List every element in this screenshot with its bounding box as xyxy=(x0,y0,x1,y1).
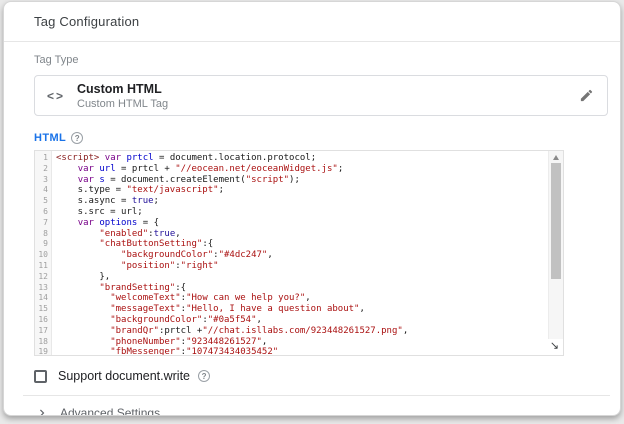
tag-configuration-dialog: Tag Configuration Tag Type <> Custom HTM… xyxy=(3,1,621,416)
line-number: 8 xyxy=(35,229,48,240)
code-line: s.async = true; xyxy=(56,196,563,207)
dialog-header: Tag Configuration xyxy=(4,2,620,42)
editor-scrollbar[interactable] xyxy=(548,151,563,339)
html-help-icon[interactable]: ? xyxy=(71,132,83,144)
scrollbar-up-icon[interactable] xyxy=(553,155,559,160)
html-field-label: HTML xyxy=(34,132,66,144)
chevron-right-icon xyxy=(35,406,49,417)
support-document-write-row: Support document.write ? xyxy=(34,369,608,383)
code-line: "brandSetting":{ xyxy=(56,283,563,294)
advanced-settings-row[interactable]: Advanced Settings xyxy=(34,396,608,416)
tag-type-card[interactable]: <> Custom HTML Custom HTML Tag xyxy=(34,75,608,116)
line-number: 12 xyxy=(35,272,48,283)
line-number: 10 xyxy=(35,250,48,261)
code-line: var options = { xyxy=(56,218,563,229)
tag-type-description: Custom HTML Tag xyxy=(77,98,579,110)
code-line: var url = prtcl + "//eocean.net/eoceanWi… xyxy=(56,164,563,175)
code-line: "messageText":"Hello, I have a question … xyxy=(56,304,563,315)
code-line: "welcomeText":"How can we help you?", xyxy=(56,293,563,304)
editor-gutter: 12345678910111213141516171819 xyxy=(35,151,52,355)
advanced-settings-label: Advanced Settings xyxy=(60,406,160,417)
tag-type-name: Custom HTML xyxy=(77,82,579,96)
code-line: var s = document.createElement("script")… xyxy=(56,175,563,186)
pencil-icon xyxy=(579,88,594,103)
support-document-write-checkbox[interactable] xyxy=(34,370,47,383)
line-number: 1 xyxy=(35,153,48,164)
line-number: 4 xyxy=(35,185,48,196)
scrollbar-thumb[interactable] xyxy=(551,163,561,279)
code-line: "brandQr":prtcl +"//chat.isllabs.com/923… xyxy=(56,326,563,337)
code-line: "enabled":true, xyxy=(56,229,563,240)
code-line: "backgroundColor":"#4dc247", xyxy=(56,250,563,261)
line-number: 5 xyxy=(35,196,48,207)
code-line: s.src = url; xyxy=(56,207,563,218)
line-number: 11 xyxy=(35,261,48,272)
document-write-help-icon[interactable]: ? xyxy=(198,370,210,382)
code-line: "chatButtonSetting":{ xyxy=(56,239,563,250)
code-line: s.type = "text/javascript"; xyxy=(56,185,563,196)
line-number: 6 xyxy=(35,207,48,218)
line-number: 15 xyxy=(35,304,48,315)
line-number: 9 xyxy=(35,239,48,250)
code-line: "backgroundColor":"#0a5f54", xyxy=(56,315,563,326)
html-field-header: HTML ? xyxy=(34,132,608,144)
code-line: <script> var prtcl = document.location.p… xyxy=(56,153,563,164)
code-line: "phoneNumber":"923448261527", xyxy=(56,337,563,348)
line-number: 2 xyxy=(35,164,48,175)
html-code-editor[interactable]: 12345678910111213141516171819 <script> v… xyxy=(34,150,564,356)
line-number: 18 xyxy=(35,337,48,348)
support-document-write-label: Support document.write xyxy=(58,369,190,383)
page-title: Tag Configuration xyxy=(34,14,139,29)
line-number: 16 xyxy=(35,315,48,326)
tag-type-label: Tag Type xyxy=(34,54,608,66)
line-number: 14 xyxy=(35,293,48,304)
custom-html-icon: <> xyxy=(35,89,77,103)
line-number: 17 xyxy=(35,326,48,337)
editor-code[interactable]: <script> var prtcl = document.location.p… xyxy=(52,151,563,355)
code-line: "fbMessenger":"107473434035452" xyxy=(56,347,563,355)
edit-tag-type-button[interactable] xyxy=(579,88,594,103)
line-number: 7 xyxy=(35,218,48,229)
line-number: 13 xyxy=(35,283,48,294)
line-number: 19 xyxy=(35,347,48,356)
tag-type-texts: Custom HTML Custom HTML Tag xyxy=(77,82,579,110)
code-line: }, xyxy=(56,272,563,283)
expand-editor-icon[interactable]: ↘ xyxy=(548,340,561,353)
code-line: "position":"right" xyxy=(56,261,563,272)
dialog-body: Tag Type <> Custom HTML Custom HTML Tag … xyxy=(4,42,620,416)
line-number: 3 xyxy=(35,175,48,186)
